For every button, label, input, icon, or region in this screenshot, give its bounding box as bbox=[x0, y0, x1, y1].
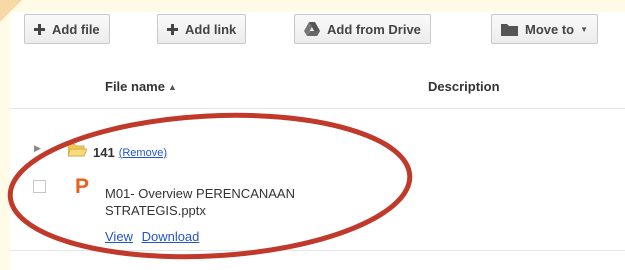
attachments-panel bbox=[10, 12, 625, 270]
description-column-header: Description bbox=[428, 79, 500, 94]
file-name[interactable]: M01- Overview PERENCANAAN STRATEGIS.pptx bbox=[105, 185, 365, 219]
file-name-column-header[interactable]: File name ▲ bbox=[105, 79, 177, 94]
add-file-button[interactable]: Add file bbox=[24, 14, 110, 44]
folder-name: 141 bbox=[93, 145, 115, 160]
drive-icon bbox=[304, 22, 320, 36]
row-divider bbox=[10, 250, 625, 251]
add-link-label: Add link bbox=[185, 21, 237, 37]
folder-row: 141 (Remove) bbox=[67, 143, 167, 162]
plus-icon bbox=[167, 23, 178, 35]
add-file-label: Add file bbox=[52, 21, 100, 37]
plus-icon bbox=[34, 23, 45, 35]
add-from-drive-label: Add from Drive bbox=[327, 21, 421, 37]
header-divider bbox=[10, 108, 625, 109]
file-name-header-label: File name bbox=[105, 79, 165, 94]
file-select-checkbox[interactable] bbox=[33, 180, 46, 193]
corner-decoration bbox=[0, 0, 22, 22]
folder-open-icon bbox=[67, 143, 88, 162]
move-to-label: Move to bbox=[525, 21, 575, 37]
presentation-file-icon: P bbox=[75, 175, 90, 198]
chevron-down-icon: ▼ bbox=[580, 24, 589, 34]
view-link[interactable]: View bbox=[105, 229, 133, 244]
sort-ascending-icon: ▲ bbox=[167, 82, 177, 92]
download-link[interactable]: Download bbox=[142, 229, 200, 244]
remove-folder-link[interactable]: (Remove) bbox=[119, 147, 167, 159]
move-to-dropdown[interactable]: Move to ▼ bbox=[491, 14, 599, 44]
file-actions: View Download bbox=[105, 229, 204, 244]
add-from-drive-button[interactable]: Add from Drive bbox=[294, 14, 431, 44]
description-header-label: Description bbox=[428, 79, 500, 94]
expand-arrow-icon[interactable]: ▶ bbox=[34, 143, 41, 154]
add-link-button[interactable]: Add link bbox=[157, 14, 247, 44]
folder-icon bbox=[501, 23, 518, 36]
